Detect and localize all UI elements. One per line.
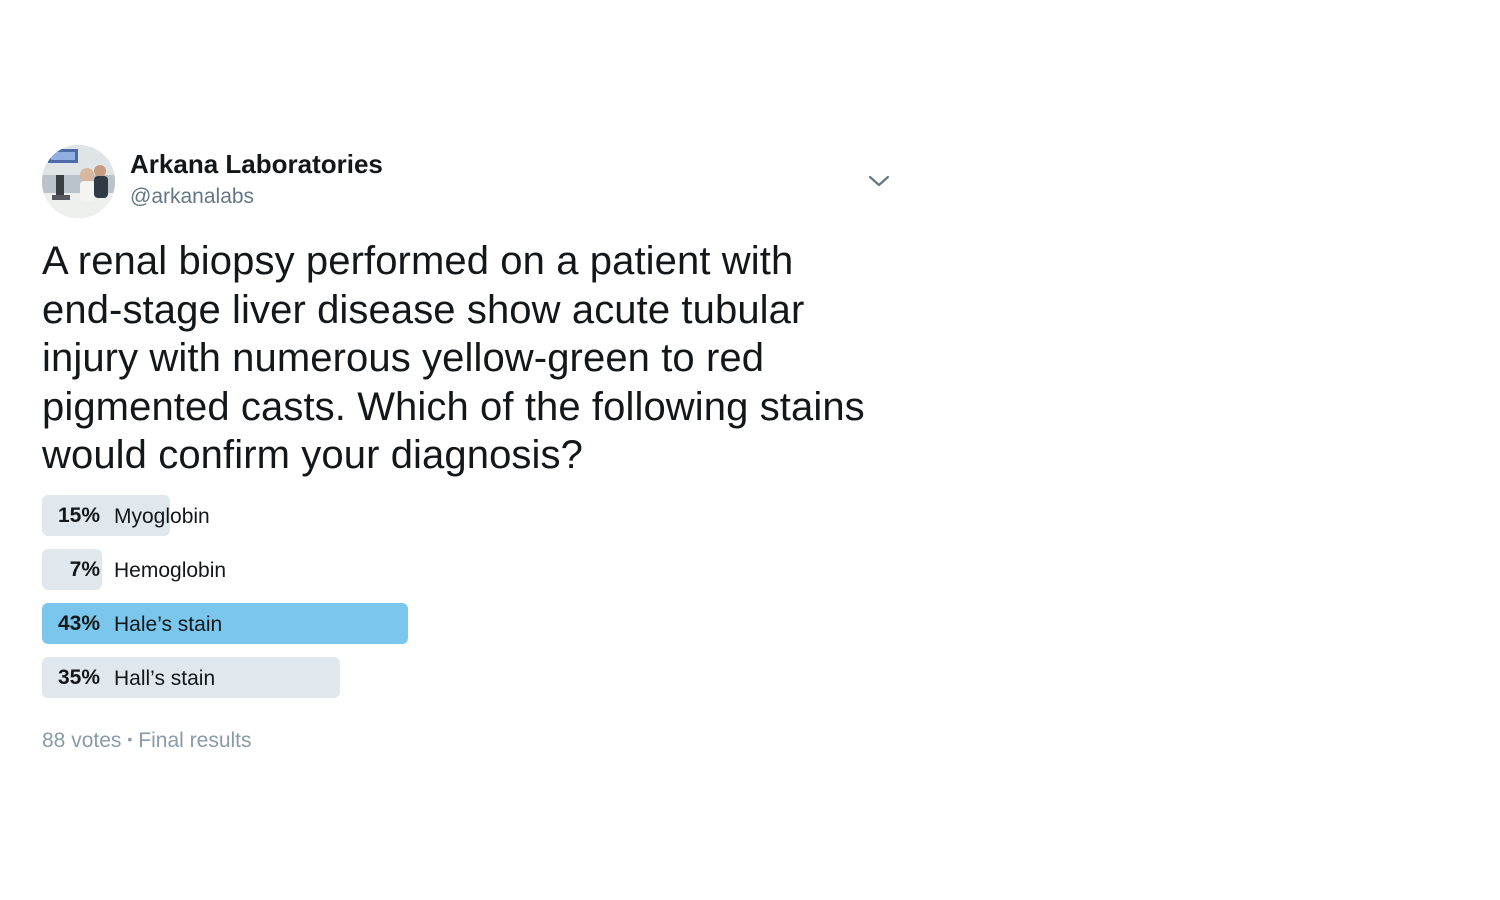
poll-option: 7% Hemoglobin — [42, 549, 872, 590]
vote-count: 88 votes — [42, 729, 122, 752]
poll-option-label: Myoglobin — [114, 505, 210, 528]
user-handle[interactable]: @arkanalabs — [130, 185, 254, 209]
tweet-header: Arkana Laboratories @arkanalabs — [42, 145, 892, 219]
poll-option: 43% Hale’s stain — [42, 603, 872, 644]
tweet-text: A renal biopsy performed on a patient wi… — [42, 239, 865, 477]
poll-option: 15% Myoglobin — [42, 495, 872, 536]
poll-option-label: Hall’s stain — [114, 667, 216, 690]
poll-status: Final results — [138, 729, 252, 752]
poll-percent: 15% — [57, 504, 100, 527]
poll-option: 35% Hall’s stain — [42, 657, 872, 698]
poll-percent: 43% — [57, 612, 100, 635]
separator-dot: • — [127, 731, 133, 747]
lab-photo-avatar-icon — [42, 145, 115, 218]
chevron-down-icon[interactable] — [867, 173, 891, 189]
avatar[interactable] — [42, 145, 115, 218]
tweet-card: Arkana Laboratories @arkanalabs A renal … — [42, 145, 892, 752]
poll-footer: 88 votes • Final results — [42, 729, 252, 753]
poll-option-label: Hale’s stain — [114, 613, 223, 636]
poll-percent: 35% — [57, 666, 100, 689]
poll-option-label: Hemoglobin — [114, 559, 227, 582]
display-name[interactable]: Arkana Laboratories — [130, 149, 383, 180]
poll-percent: 7% — [69, 558, 100, 581]
